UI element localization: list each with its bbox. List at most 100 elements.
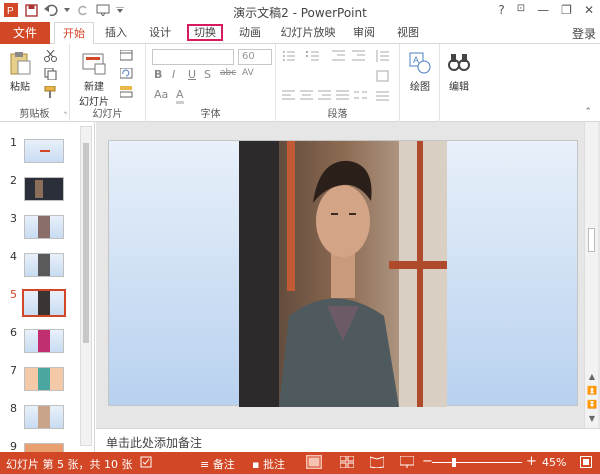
editor-scroll-thumb[interactable] — [588, 228, 595, 252]
comments-button-label: 批注 — [262, 458, 285, 471]
reading-view-icon[interactable] — [369, 456, 385, 471]
tab-animations[interactable]: 动画 — [232, 22, 268, 44]
current-slide[interactable] — [108, 140, 578, 407]
tab-design[interactable]: 设计 — [142, 22, 178, 44]
align-center-icon[interactable] — [300, 90, 314, 102]
char-spacing-button[interactable]: AV — [242, 68, 254, 78]
align-left-icon[interactable] — [282, 90, 296, 102]
restore-button[interactable]: ❐ — [561, 3, 572, 17]
thumbnail-scroll-thumb[interactable] — [83, 143, 89, 343]
editing-label: 编辑 — [449, 82, 469, 93]
thumbnail-2[interactable]: 2 — [0, 174, 80, 208]
paste-label: 粘贴 — [10, 82, 30, 93]
bold-button[interactable]: B — [154, 68, 162, 81]
tab-insert[interactable]: 插入 — [98, 22, 134, 44]
paste-icon — [7, 50, 33, 76]
thumbnail-image — [24, 253, 64, 277]
title-bar: P 演示文稿2 - PowerPoint ? ⊡ — ❐ ✕ — [0, 0, 600, 22]
zoom-slider[interactable] — [432, 462, 522, 463]
zoom-slider-thumb[interactable] — [452, 458, 456, 467]
layout-icon[interactable] — [119, 49, 134, 62]
tab-home[interactable]: 开始 — [54, 22, 94, 45]
copy-icon[interactable] — [44, 67, 58, 81]
editing-button[interactable]: 编辑 — [443, 50, 475, 93]
drawing-label: 绘图 — [410, 82, 430, 93]
format-painter-icon[interactable] — [44, 85, 58, 98]
comments-button[interactable]: ▪ 批注 — [252, 456, 285, 472]
notes-pane[interactable]: 单击此处添加备注 — [96, 428, 600, 452]
bullets-icon[interactable] — [282, 50, 296, 62]
spelling-icon[interactable] — [140, 456, 152, 471]
justify-icon[interactable] — [336, 90, 350, 102]
tab-review[interactable]: 审阅 — [346, 22, 382, 44]
slide-info: 幻灯片 第 5 张，共 10 张 — [6, 458, 133, 471]
ribbon-display-options-icon[interactable]: ⊡ — [517, 3, 525, 17]
cut-icon[interactable] — [44, 49, 58, 62]
font-name-input[interactable] — [152, 49, 234, 65]
italic-button[interactable]: I — [172, 68, 175, 81]
thumbnail-8[interactable]: 8 — [0, 402, 80, 436]
group-drawing: A 绘图 — [400, 44, 440, 122]
close-button[interactable]: ✕ — [584, 3, 594, 17]
align-right-icon[interactable] — [318, 90, 332, 102]
tab-transitions[interactable]: 切换 — [180, 22, 230, 44]
paragraph-group-label: 段落 — [327, 109, 348, 120]
editor-scrollbar[interactable]: ▲ ⏫ ⏬ ▼ — [584, 122, 598, 428]
line-spacing-icon[interactable] — [376, 50, 390, 62]
shadow-button[interactable]: S — [204, 68, 211, 81]
slideshow-icon[interactable] — [399, 455, 415, 471]
login-link[interactable]: 登录 — [572, 25, 596, 42]
scroll-down-arrow-icon[interactable]: ▼ — [587, 414, 597, 424]
underline-button[interactable]: U — [188, 68, 196, 81]
clipboard-dialog-launcher-icon[interactable]: ⌝ — [63, 111, 67, 120]
change-case-button[interactable]: Aa — [154, 88, 168, 101]
next-slide-icon[interactable]: ⏬ — [587, 400, 597, 410]
thumbnail-1[interactable]: 1 — [0, 136, 80, 170]
notes-button[interactable]: ≡ 备注 — [200, 456, 235, 472]
thumbnail-number: 5 — [10, 288, 17, 301]
thumbnail-7[interactable]: 7 — [0, 364, 80, 398]
tab-view[interactable]: 视图 — [390, 22, 426, 44]
increase-indent-icon[interactable] — [352, 50, 366, 62]
drawing-button[interactable]: A 绘图 — [404, 50, 436, 93]
thumbnail-3[interactable]: 3 — [0, 212, 80, 246]
collapse-ribbon-icon[interactable]: ⌃ — [584, 107, 592, 117]
font-group-label: 字体 — [200, 109, 221, 120]
font-size-input[interactable]: 60 — [238, 49, 272, 65]
numbering-icon[interactable] — [306, 50, 320, 62]
thumbnail-9[interactable]: 9 — [0, 440, 80, 452]
slide-sorter-icon[interactable] — [339, 455, 355, 471]
thumbnail-6[interactable]: 6 — [0, 326, 80, 360]
text-direction-icon[interactable] — [376, 70, 390, 82]
align-text-icon[interactable] — [376, 90, 390, 102]
thumbnail-scrollbar[interactable] — [80, 126, 92, 446]
columns-icon[interactable] — [354, 90, 368, 102]
slides-group-label: 幻灯片 — [92, 109, 123, 120]
decrease-indent-icon[interactable] — [332, 50, 346, 62]
slide-photo[interactable] — [239, 141, 447, 407]
ribbon: 粘贴 剪贴板 ⌝ 新建 幻灯片 幻灯片 60 B I U S abc AV Aa… — [0, 44, 600, 122]
slide-thumbnail-panel: 1 2 3 4 5 6 7 8 9 — [0, 122, 95, 452]
thumbnail-number: 6 — [10, 326, 17, 339]
normal-view-icon[interactable] — [306, 455, 322, 472]
tab-file[interactable]: 文件 — [0, 22, 50, 44]
strikethrough-button[interactable]: abc — [220, 68, 236, 78]
zoom-in-button[interactable]: + — [526, 454, 537, 469]
scroll-up-arrow-icon[interactable]: ▲ — [587, 372, 597, 382]
reset-icon[interactable] — [119, 67, 134, 80]
tab-slideshow[interactable]: 幻灯片放映 — [276, 22, 340, 44]
new-slide-button[interactable]: 新建 幻灯片 — [74, 50, 114, 108]
tab-transitions-label: 切换 — [187, 24, 223, 41]
previous-slide-icon[interactable]: ⏫ — [587, 386, 597, 396]
thumbnail-number: 8 — [10, 402, 17, 415]
help-button[interactable]: ? — [498, 3, 504, 17]
minimize-button[interactable]: — — [537, 3, 549, 17]
font-color-button[interactable]: A — [176, 88, 184, 104]
thumbnail-number: 9 — [10, 440, 17, 452]
fit-to-window-icon[interactable] — [580, 456, 592, 471]
section-icon[interactable] — [119, 86, 134, 98]
thumbnail-4[interactable]: 4 — [0, 250, 80, 284]
paste-button[interactable]: 粘贴 — [4, 50, 36, 93]
thumbnail-5[interactable]: 5 — [0, 288, 80, 322]
zoom-level[interactable]: 45% — [542, 456, 566, 469]
